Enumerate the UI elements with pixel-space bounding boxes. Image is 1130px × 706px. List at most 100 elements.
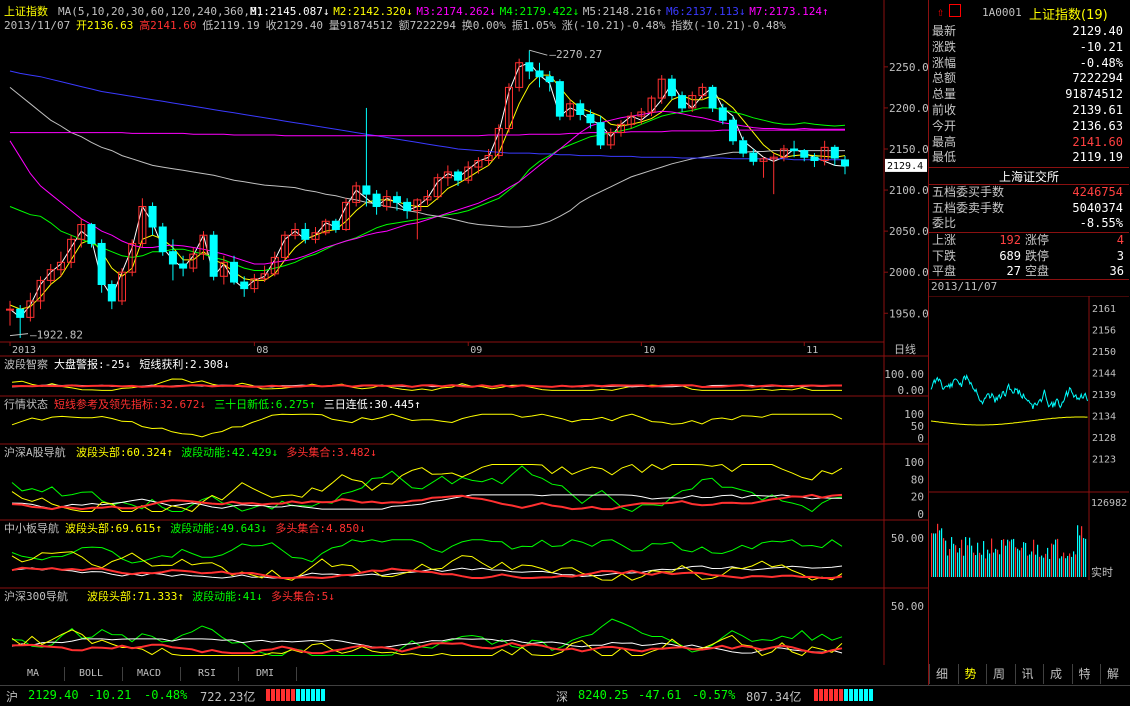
candle[interactable] [596,122,605,146]
quote-row-label: 总量 [932,87,957,102]
panel-label: 波段动能:42.429↓ [181,445,278,459]
quote-row: 最新 2129.40 [929,24,1129,39]
intraday-volume-bar [1039,556,1041,577]
candle[interactable] [708,86,717,109]
candle[interactable] [6,308,14,311]
candle[interactable] [841,159,849,167]
intraday-volume-bar [949,548,951,577]
panel-title: 沪深A股导航 [4,445,66,459]
pin-icon[interactable]: ⇧ [937,5,944,19]
intraday-y-label: 2150 [1092,347,1116,358]
tab-boll[interactable]: BOLL [60,667,123,681]
ma-line-7 [10,129,845,137]
intraday-volume-bar [1081,526,1083,577]
quote-row: 最低 2119.19 [929,150,1129,165]
candle[interactable] [148,205,157,228]
candle[interactable] [810,156,819,161]
candle[interactable] [739,140,748,154]
candle[interactable] [555,81,564,117]
candle[interactable] [525,62,534,72]
window-icon[interactable] [949,4,961,17]
breadth-l1: 下跌 [932,248,957,263]
candle[interactable] [586,113,595,124]
tab-dmi[interactable]: DMI [234,667,297,681]
candle[interactable] [749,152,758,162]
quote-row: 最高 2141.60 [929,135,1129,150]
candle[interactable] [667,78,676,97]
candle[interactable] [179,263,188,269]
panel-y-label: 50.00 [891,600,924,613]
candle[interactable] [97,242,106,286]
panel-tab[interactable]: 周 [986,664,1011,684]
candle[interactable] [168,251,177,265]
quote-row-value: -0.48% [1079,55,1123,70]
sz-strength-bar [814,689,844,701]
candle[interactable] [403,201,412,212]
candle[interactable] [718,107,727,121]
intraday-volume-bar [987,549,989,577]
quote-row-value: 91874512 [1065,87,1123,102]
candle[interactable] [230,261,239,283]
sh-amount: 722.23亿 [200,690,256,704]
candle[interactable] [454,171,463,181]
candle[interactable] [372,193,381,207]
candle[interactable] [790,148,799,152]
intraday-chart[interactable]: 2161 2156 2150 2144 2139 2134 2128 2123 126982 实时 [929,296,1129,584]
intraday-volume-bar [963,555,965,577]
intraday-volume-bar [995,548,997,577]
intraday-volume-bar [931,533,933,577]
panel-line [11,629,843,657]
panel-tab[interactable]: 成 [1043,664,1068,684]
candle[interactable] [576,103,585,115]
candle[interactable] [392,196,401,203]
candle[interactable] [87,224,96,244]
candle[interactable] [16,308,25,318]
quote-row-label: 涨幅 [932,55,957,70]
panel-tab[interactable]: 特 [1071,664,1097,684]
x-tick-label: 09 [470,345,482,356]
candle[interactable] [362,185,371,195]
intraday-volume-bar [1007,539,1009,577]
candle[interactable] [830,146,839,159]
info-item-2: 高2141.60 [139,18,196,32]
sh-change: -10.21 [88,688,132,702]
tab-macd[interactable]: MACD [118,667,181,681]
intraday-volume-bar [1017,548,1019,577]
panel-tab[interactable]: 讯 [1014,664,1040,684]
candle[interactable] [209,234,218,277]
candlestick-plot[interactable]: 1950.0 2000.0 2050.0 2100.0 2150.0 2200.0 2250… [0,0,928,665]
candle[interactable] [535,70,544,78]
candle[interactable] [678,95,687,109]
book-row: 委比 -8.55% [929,216,1129,231]
quote-row-label: 总额 [932,71,957,86]
info-item-8: 振1.05% [512,18,556,32]
main-chart[interactable]: 上证指数 MA(5,10,20,30,60,120,240,360,8) M1:… [0,0,928,685]
panel-tab[interactable]: 细 [929,664,954,684]
intraday-volume-bar [935,533,937,577]
breadth-row: 下跌 689 跌停 3 [929,249,1129,264]
candle[interactable] [240,281,249,290]
intraday-y-label: 2139 [1092,390,1116,401]
candle[interactable] [545,76,554,83]
quote-row-value: -10.21 [1079,39,1123,54]
candle[interactable] [728,119,737,142]
candle[interactable] [301,228,310,240]
intraday-volume-bar [943,538,945,577]
candle[interactable] [331,220,340,230]
panel-tab[interactable]: 势 [957,664,983,684]
candle[interactable] [158,226,167,253]
intraday-volume-bar [1077,525,1079,577]
sz-weakness-bar [844,689,874,701]
intraday-volume-bar [1001,539,1003,577]
tab-ma[interactable]: MA [2,667,65,681]
candle[interactable] [800,150,809,158]
candle[interactable] [107,284,116,302]
indicator-panels[interactable]: 波段智察 大盘警报:-25↓ 短线获利:2.308↓ 100.00 0.00 行情状态 短线… [0,355,928,657]
panel-line [11,618,843,656]
intraday-volume-bar [961,539,963,577]
y-tick-label: 2100.0 [889,184,928,197]
tab-rsi[interactable]: RSI [176,667,239,681]
breadth-v2: 36 [1109,264,1124,278]
quote-row-value: 2119.19 [1072,150,1123,165]
panel-tab[interactable]: 解 [1100,664,1125,684]
